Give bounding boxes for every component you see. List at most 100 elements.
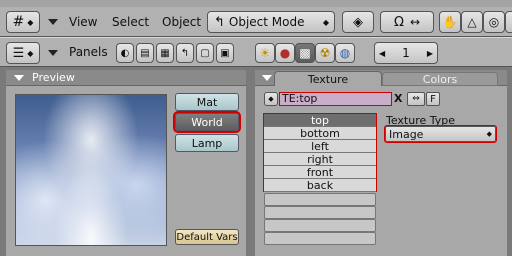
texture-type-value: Image [389, 127, 424, 141]
auto-name-button[interactable]: ⇔ [407, 92, 425, 106]
scene-context-button[interactable]: ▣ [216, 43, 234, 63]
preview-panel-header[interactable]: Preview [6, 70, 246, 86]
shading-icon: ▦ [160, 47, 170, 59]
channel-empty-1[interactable] [264, 193, 376, 206]
preview-lamp-button[interactable]: Lamp [175, 134, 239, 152]
fake-user-button[interactable]: F [426, 92, 440, 106]
texture-name-label: TE:top [282, 92, 318, 105]
tab-texture-label: Texture [307, 72, 349, 86]
editing-context-button[interactable]: ▢ [196, 43, 214, 63]
menu-select[interactable]: Select [112, 15, 149, 29]
pivot-button[interactable]: Ω ↔ [380, 11, 434, 33]
sphere-icon: ● [279, 46, 291, 60]
logic-context-button[interactable]: ◐ [116, 43, 134, 63]
collapse-triangle-icon-3[interactable] [14, 75, 24, 81]
header-buttons-window: ☰ ◆ Panels ◐ ▤ ▦ ↰ ▢ ▣ ☀ ● ▩ ☢ ◍ ◀ 1 ▶ [0, 37, 512, 67]
texture-type-select[interactable]: Image ◆ [384, 125, 497, 143]
arrow-right-icon: ▶ [426, 48, 433, 58]
world-label: World [191, 115, 223, 129]
hand-button[interactable]: ✋ [439, 11, 461, 33]
menu-view[interactable]: View [69, 15, 97, 29]
hand-icon: ✋ [442, 15, 458, 29]
mat-label: Mat [196, 95, 218, 109]
channel-left[interactable]: left [264, 140, 376, 153]
tab-colors[interactable]: Colors [382, 72, 498, 86]
script-icon: ▤ [140, 47, 150, 59]
channel-empty-3[interactable] [264, 219, 376, 232]
shading-context-button[interactable]: ▦ [156, 43, 174, 63]
rotate-button[interactable]: ◎ [483, 11, 505, 33]
channel-empty-2[interactable] [264, 206, 376, 219]
triangle-icon: △ [467, 15, 477, 29]
collapse-triangle-icon[interactable] [48, 19, 58, 25]
lamp-subcontext-button[interactable]: ☀ [255, 43, 275, 63]
header-3d-view: # ◆ View Select Object ↰ Object Mode ◆ ◈… [0, 7, 512, 37]
editor-type-button[interactable]: # ◆ [6, 11, 40, 33]
channel-back[interactable]: back [264, 179, 376, 192]
updown-icon: ◆ [322, 17, 329, 27]
preview-world-button[interactable]: World [173, 111, 241, 133]
object-context-button[interactable]: ↰ [176, 43, 194, 63]
f-label: F [430, 93, 436, 105]
sun-icon: ☀ [259, 46, 271, 60]
default-vars-label: Default Vars [176, 231, 238, 243]
unlink-texture-button[interactable]: X [394, 92, 406, 106]
arrows-icon: ↔ [409, 15, 420, 29]
script-context-button[interactable]: ▤ [136, 43, 154, 63]
list-icon: ☰ [12, 45, 25, 61]
channel-back-label: back [306, 178, 334, 192]
channel-right-label: right [307, 152, 333, 166]
cube-icon: ◈ [353, 14, 363, 30]
grid-icon: # [12, 14, 25, 30]
radiation-icon: ☢ [319, 46, 331, 60]
updown-icon-2: ◆ [268, 95, 274, 103]
car-icon: ⇔ [412, 94, 420, 104]
texture-name-field[interactable]: TE:top [279, 92, 392, 106]
tab-texture[interactable]: Texture [274, 71, 382, 86]
channel-front-label: front [306, 165, 334, 179]
preview-title: Preview [32, 71, 75, 84]
tab-colors-label: Colors [422, 72, 458, 86]
world-subcontext-button[interactable]: ◍ [335, 43, 355, 63]
material-subcontext-button[interactable]: ● [275, 43, 295, 63]
world-preview-image [15, 94, 167, 246]
mode-label: Object Mode [228, 15, 305, 29]
checker-icon: ▩ [299, 46, 311, 60]
texture-subcontext-button[interactable]: ▩ [295, 43, 315, 63]
panels-menu[interactable]: Panels [69, 45, 108, 59]
square-icon: ▢ [200, 47, 210, 59]
mode-select[interactable]: ↰ Object Mode ◆ [207, 11, 335, 33]
scale-button[interactable] [505, 11, 512, 33]
radiosity-subcontext-button[interactable]: ☢ [315, 43, 335, 63]
magnet-icon: Ω [394, 14, 404, 30]
menu-object[interactable]: Object [162, 15, 201, 29]
editor-type-button-2[interactable]: ☰ ◆ [6, 42, 40, 64]
preview-mat-button[interactable]: Mat [175, 93, 239, 111]
channel-top-label: top [310, 113, 330, 127]
circle-icon: ◎ [488, 15, 500, 29]
channel-bottom-label: bottom [300, 126, 340, 140]
channel-front[interactable]: front [264, 166, 376, 179]
updown-icon-3: ◆ [486, 130, 492, 138]
x-icon: X [394, 92, 403, 105]
translate-button[interactable]: △ [461, 11, 483, 33]
collapse-triangle-icon-4[interactable] [262, 75, 272, 81]
channel-bottom[interactable]: bottom [264, 127, 376, 140]
window-top-strip [0, 0, 512, 7]
channel-right[interactable]: right [264, 153, 376, 166]
channel-left-label: left [311, 139, 329, 153]
lamp-label: Lamp [191, 136, 223, 150]
collapse-triangle-icon-2[interactable] [48, 50, 58, 56]
globe-icon: ◍ [339, 46, 351, 60]
image-icon: ▣ [220, 47, 230, 59]
draw-type-button[interactable]: ◈ [342, 11, 374, 33]
pacman-icon: ◐ [120, 47, 130, 59]
default-vars-button[interactable]: Default Vars [175, 229, 239, 245]
channel-top[interactable]: top [264, 114, 376, 127]
frame-number: 1 [402, 46, 410, 60]
browse-texture-button[interactable]: ◆ [264, 92, 278, 106]
channel-empty-4[interactable] [264, 232, 376, 245]
axis-icon-2: ↰ [180, 47, 190, 59]
frame-number-field[interactable]: ◀ 1 ▶ [374, 42, 438, 64]
arrow-left-icon: ◀ [379, 48, 386, 58]
